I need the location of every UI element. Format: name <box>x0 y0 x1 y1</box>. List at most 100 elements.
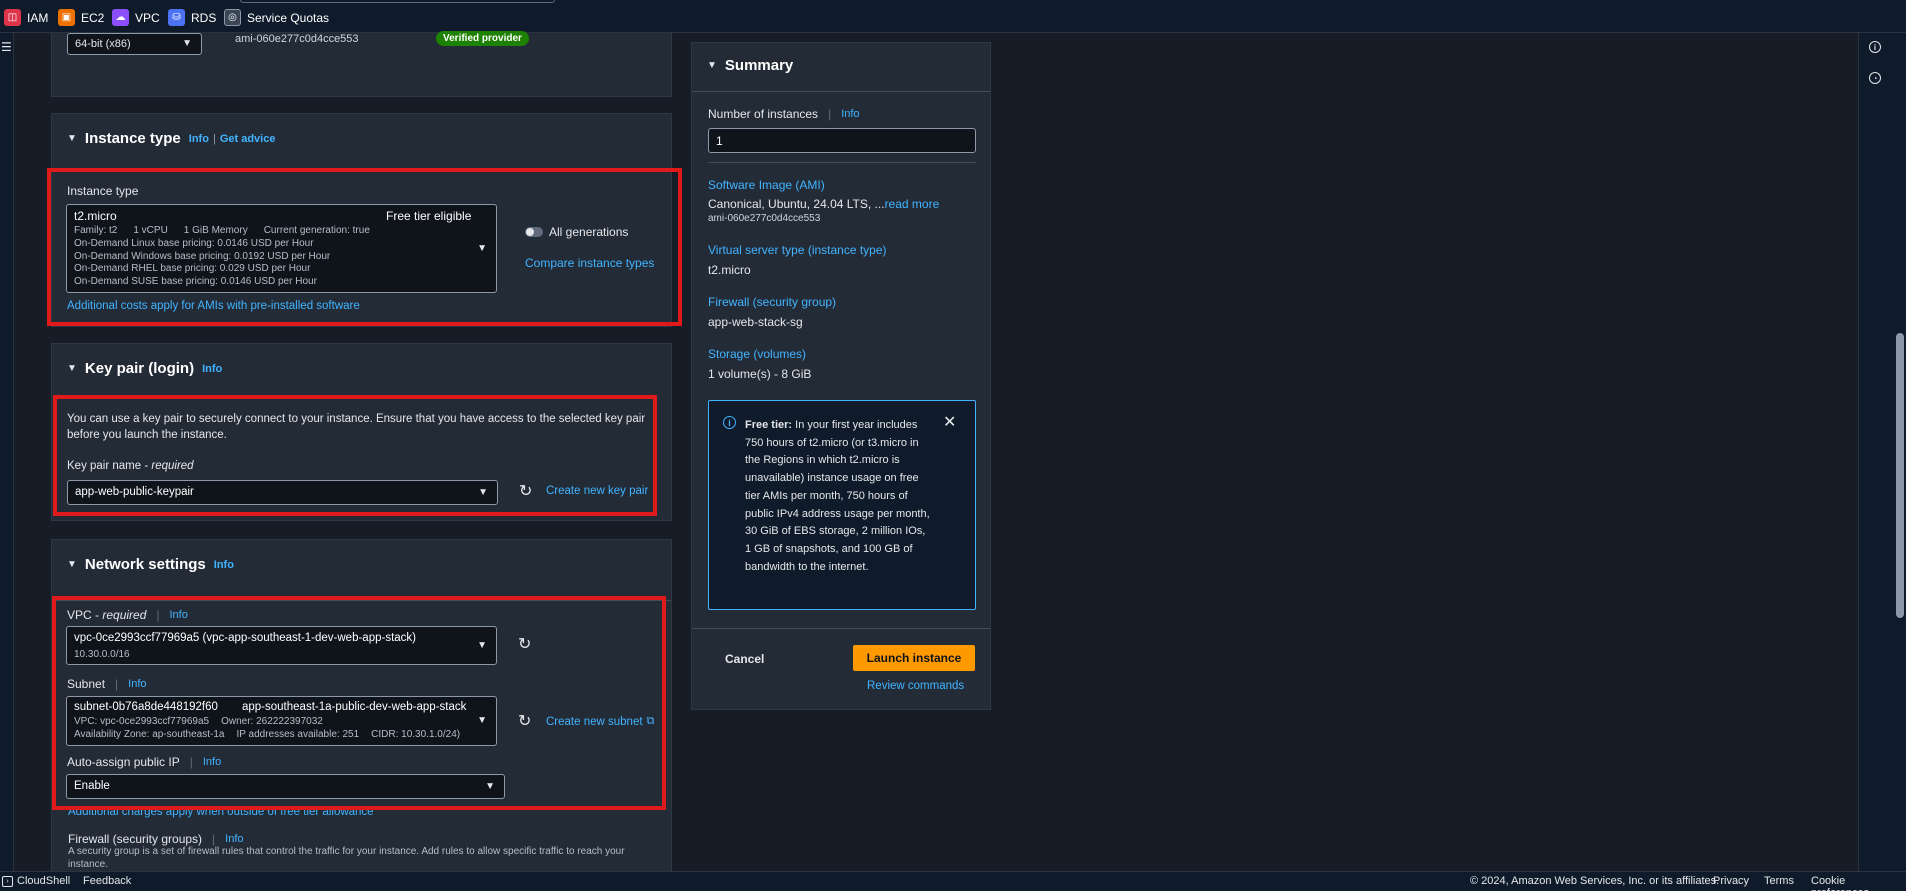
create-key-pair-link[interactable]: Create new key pair <box>546 485 648 497</box>
caret-down-icon: ▼ <box>182 38 192 49</box>
refresh-icon[interactable]: ↻ <box>518 634 531 654</box>
storage-summary-value: 1 volume(s) - 8 GiB <box>708 367 812 381</box>
vpc-label: VPC - required | Info <box>67 608 188 622</box>
verified-provider-badge: Verified provider <box>436 31 529 46</box>
privacy-link[interactable]: Privacy <box>1713 875 1749 887</box>
summary-header[interactable]: ▼ Summary <box>707 57 793 74</box>
firewall-description: A security group is a set of firewall ru… <box>68 846 625 870</box>
num-instances-info-link[interactable]: Info <box>841 108 859 120</box>
terminal-icon: › <box>2 875 13 887</box>
refresh-icon[interactable]: ↻ <box>519 481 532 501</box>
feedback-link[interactable]: Feedback <box>83 875 131 887</box>
instance-type-header[interactable]: ▼ Instance type Info | Get advice <box>67 130 275 147</box>
auto-assign-ip-select[interactable]: Enable ▼ <box>66 774 505 799</box>
service-shortcut-service-quotas[interactable]: ◎ Service Quotas <box>224 9 329 26</box>
rds-icon: ⛁ <box>168 9 185 26</box>
summary-divider <box>692 91 990 92</box>
key-pair-name-label: Key pair name - required <box>67 460 194 472</box>
terms-link[interactable]: Terms <box>1764 875 1794 887</box>
service-quotas-icon: ◎ <box>224 9 241 26</box>
create-subnet-link[interactable]: Create new subnet ⧉ <box>546 715 654 728</box>
service-shortcut-vpc[interactable]: ☁ VPC <box>112 9 160 26</box>
network-info-link[interactable]: Info <box>214 559 234 571</box>
storage-summary-link[interactable]: Storage (volumes) <box>708 347 806 361</box>
subnet-info-link[interactable]: Info <box>128 678 146 690</box>
key-pair-info-link[interactable]: Info <box>202 363 222 375</box>
instance-type-select[interactable]: t2.micro Free tier eligible Family: t2 1… <box>66 204 497 293</box>
info-icon: i <box>723 416 736 429</box>
free-tier-text: Free tier: In your first year includes 7… <box>745 419 930 573</box>
vpc-icon: ☁ <box>112 9 129 26</box>
number-of-instances-input[interactable]: 1 <box>708 128 976 153</box>
pricing-list: On-Demand Linux base pricing: 0.0146 USD… <box>74 238 331 287</box>
caret-down-icon: ▼ <box>478 487 488 498</box>
refresh-icon[interactable]: ↻ <box>518 711 531 731</box>
architecture-select[interactable]: 64-bit (x86) ▼ <box>67 33 202 55</box>
expand-triangle-icon: ▼ <box>67 559 77 570</box>
instance-type-label: Instance type <box>67 184 139 198</box>
cloudshell-button[interactable]: › CloudShell <box>2 875 70 887</box>
launch-instance-button[interactable]: Launch instance <box>853 645 975 671</box>
subnet-label: Subnet | Info <box>67 677 147 691</box>
service-shortcut-rds[interactable]: ⛁ RDS <box>168 9 216 26</box>
caret-down-icon: ▼ <box>477 243 487 254</box>
cookie-preferences-link[interactable]: Cookie preferences <box>1811 875 1906 891</box>
number-of-instances-label: Number of instances | Info <box>708 107 860 121</box>
toggle-switch-icon[interactable] <box>525 227 543 237</box>
free-tier-eligible-label: Free tier eligible <box>386 209 472 223</box>
scrollbar-thumb[interactable] <box>1896 333 1904 618</box>
vpc-info-link[interactable]: Info <box>170 609 188 621</box>
instance-type-summary-link[interactable]: Virtual server type (instance type) <box>708 243 887 257</box>
close-icon[interactable]: ✕ <box>943 412 956 432</box>
service-shortcut-iam[interactable]: ◫ IAM <box>4 9 48 26</box>
expand-triangle-icon: ▼ <box>67 133 77 144</box>
ami-id: ami-060e277c0d4cce553 <box>235 33 359 45</box>
top-navigation-bar: ◫ IAM ▣ EC2 ☁ VPC ⛁ RDS ◎ Service Quotas <box>0 0 1906 33</box>
firewall-label: Firewall (security groups) | Info <box>68 832 244 846</box>
ami-summary-link[interactable]: Software Image (AMI) <box>708 178 825 192</box>
service-shortcut-ec2[interactable]: ▣ EC2 <box>58 9 104 26</box>
review-commands-link[interactable]: Review commands <box>867 680 964 692</box>
key-pair-header[interactable]: ▼ Key pair (login) Info <box>67 360 222 377</box>
external-link-icon: ⧉ <box>646 715 655 727</box>
firewall-summary-link[interactable]: Firewall (security group) <box>708 295 836 309</box>
ami-summary-id: ami-060e277c0d4cce553 <box>708 213 821 224</box>
ami-summary-value: Canonical, Ubuntu, 24.04 LTS, ...read mo… <box>708 197 940 211</box>
caret-down-icon: ▼ <box>485 781 495 792</box>
key-pair-description: You can use a key pair to securely conne… <box>67 413 646 441</box>
footer: › CloudShell Feedback © 2024, Amazon Web… <box>0 871 1906 891</box>
menu-icon[interactable]: ☰ <box>1 40 12 54</box>
network-highlight: VPC - required | Info vpc-0ce2993ccf7796… <box>52 596 666 810</box>
auto-ip-info-link[interactable]: Info <box>203 756 221 768</box>
free-tier-alert: i Free tier: In your first year includes… <box>708 400 976 610</box>
info-panel-icon[interactable]: i <box>1869 41 1881 53</box>
instance-type-highlight: Instance type t2.micro Free tier eligibl… <box>47 168 682 326</box>
search-bar[interactable] <box>240 0 555 3</box>
ami-panel: 64-bit (x86) ▼ ami-060e277c0d4cce553 Ver… <box>51 31 672 97</box>
subnet-select[interactable]: subnet-0b76a8de448192f60 app-southeast-1… <box>66 696 497 746</box>
firewall-info-link[interactable]: Info <box>225 833 243 845</box>
copyright-text: © 2024, Amazon Web Services, Inc. or its… <box>1470 875 1720 887</box>
instance-type-summary-value: t2.micro <box>708 263 751 277</box>
expand-triangle-icon: ▼ <box>707 60 717 71</box>
instance-type-info-link[interactable]: Info <box>189 133 209 145</box>
caret-down-icon: ▼ <box>477 715 487 726</box>
summary-panel: ▼ Summary Number of instances | Info 1 S… <box>691 42 991 710</box>
expand-triangle-icon: ▼ <box>67 363 77 374</box>
read-more-link[interactable]: read more <box>885 197 940 211</box>
clock-icon[interactable]: ◔ <box>1869 72 1881 84</box>
instance-type-value: t2.micro <box>74 209 117 223</box>
instance-specs: Family: t2 1 vCPU 1 GiB Memory Current g… <box>74 225 370 236</box>
cancel-button[interactable]: Cancel <box>725 652 764 666</box>
network-settings-header[interactable]: ▼ Network settings Info <box>67 556 234 573</box>
additional-costs-link[interactable]: Additional costs apply for AMIs with pre… <box>67 300 360 312</box>
key-pair-select[interactable]: app-web-public-keypair ▼ <box>67 480 498 505</box>
compare-instance-types-link[interactable]: Compare instance types <box>525 256 654 270</box>
auto-assign-ip-label: Auto-assign public IP | Info <box>67 755 222 769</box>
caret-down-icon: ▼ <box>477 640 487 651</box>
key-pair-highlight: You can use a key pair to securely conne… <box>53 395 657 516</box>
vpc-select[interactable]: vpc-0ce2993ccf77969a5 (vpc-app-southeast… <box>66 626 497 665</box>
all-generations-toggle[interactable]: All generations <box>525 225 628 239</box>
get-advice-link[interactable]: Get advice <box>220 133 276 145</box>
firewall-summary-value: app-web-stack-sg <box>708 315 803 329</box>
